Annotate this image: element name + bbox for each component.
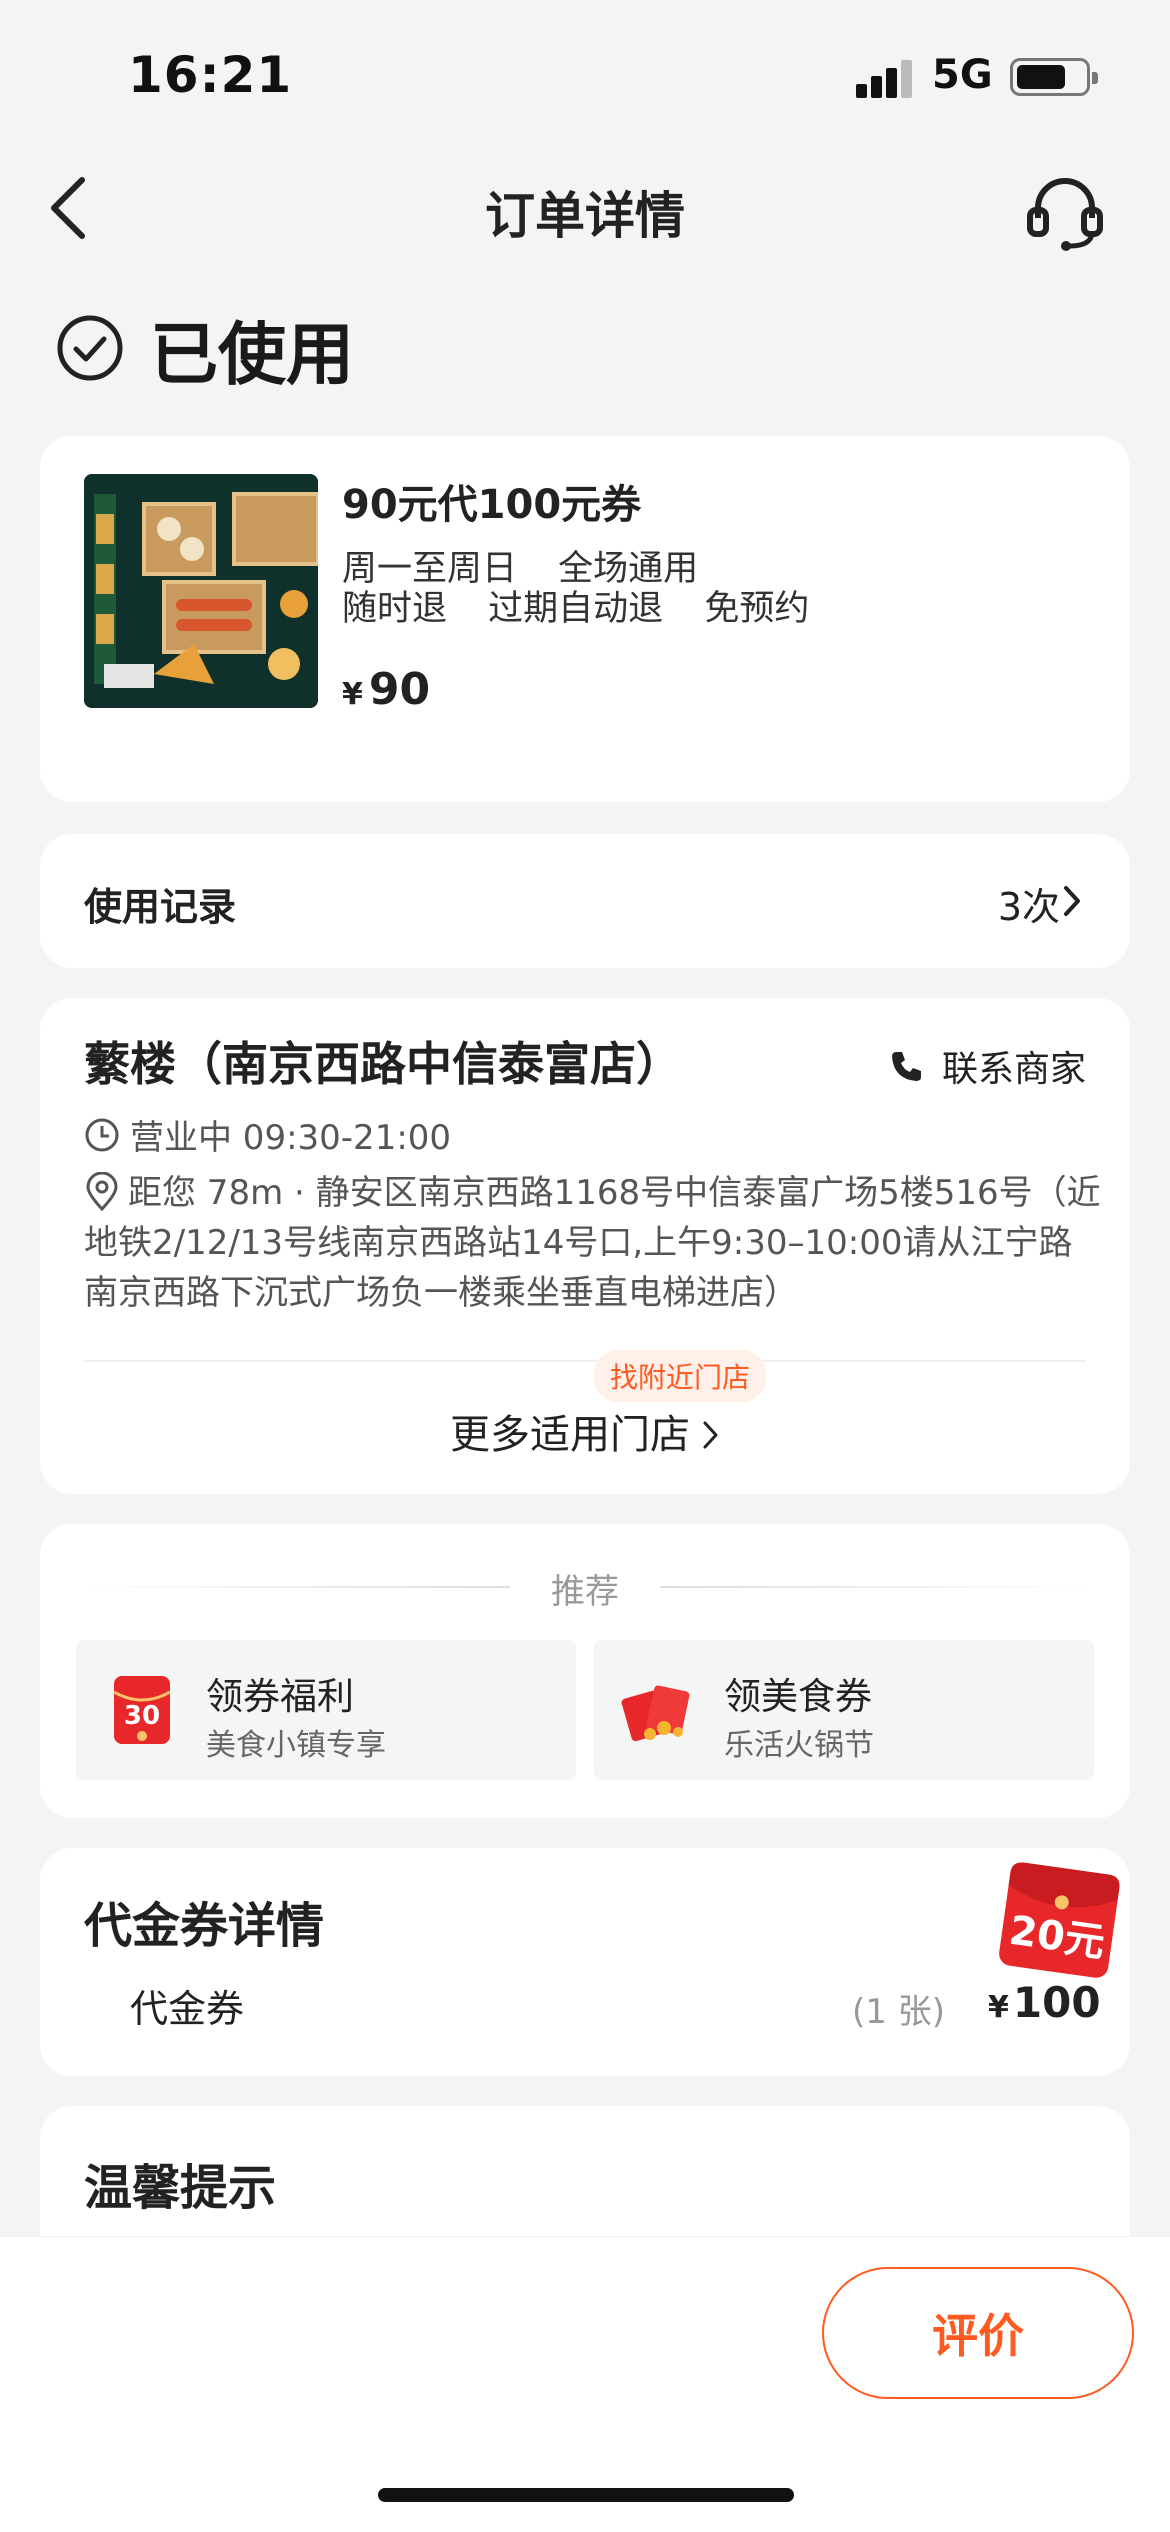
contact-merchant-label: 联系商家 [941, 1049, 1086, 1090]
store-hours-text: 营业中 09:30-21:00 [130, 1118, 452, 1158]
order-status-text: 已使用 [150, 315, 355, 395]
recommend-item-subtitle: 美食小镇专享 [206, 1728, 386, 1763]
product-tag: 免预约 [704, 589, 810, 629]
voucher-quantity: (1 张) [852, 1992, 945, 2032]
recommend-header: 推荐 [551, 1572, 619, 1612]
signal-icon [856, 58, 916, 98]
divider [84, 1360, 1086, 1362]
review-button[interactable]: 评价 [822, 2267, 1134, 2399]
product-price: ¥90 [342, 664, 430, 715]
usage-record-row[interactable]: 使用记录 3次 [40, 834, 1130, 968]
home-indicator[interactable] [378, 2488, 794, 2502]
status-time: 16:21 [128, 46, 293, 104]
order-status: 已使用 [56, 310, 354, 395]
voucher-item-name: 代金券 [130, 1987, 245, 2031]
recommend-item-subtitle: 乐活火锅节 [724, 1728, 874, 1763]
red-envelope-icon [621, 1685, 690, 1742]
usage-record-label: 使用记录 [84, 885, 237, 929]
red-packet-icon[interactable]: 20元 [990, 1858, 1126, 1986]
chevron-right-icon [703, 1421, 718, 1449]
store-address[interactable]: 距您 78m · 静安区南京西路1168号中信泰富广场5楼516号（近地铁2/1… [84, 1168, 1104, 1318]
status-bar: 16:21 5G [0, 0, 1170, 150]
recommend-item-coupon-welfare[interactable]: 30 领券福利 美食小镇专享 [76, 1640, 576, 1780]
product-tag: 随时退 [342, 589, 448, 629]
product-tag: 过期自动退 [488, 589, 664, 629]
store-name[interactable]: 蘩楼（南京西路中信泰富店） [84, 1028, 682, 1094]
more-stores-link[interactable]: 更多适用门店 [40, 1402, 1130, 1460]
clock-icon [85, 1118, 119, 1151]
battery-icon [1010, 58, 1098, 96]
product-title: 90元代100元券 [342, 482, 642, 528]
recommend-item-food-voucher[interactable]: 领美食券 乐活火锅节 [594, 1640, 1094, 1780]
price-value: 90 [368, 664, 431, 715]
voucher-detail-title: 代金券详情 [84, 1898, 325, 1954]
nearby-stores-badge: 找附近门店 [594, 1350, 767, 1402]
voucher-detail-card: 代金券详情 代金券 (1 张) ¥100 [40, 1848, 1130, 2076]
chevron-right-icon [1064, 886, 1080, 916]
product-tags-secondary: 随时退 过期自动退 免预约 [342, 580, 839, 631]
contact-merchant-button[interactable]: 联系商家 [888, 1040, 1086, 1092]
headset-icon[interactable] [1020, 166, 1110, 256]
store-hours: 营业中 09:30-21:00 [84, 1110, 451, 1159]
product-image[interactable] [84, 474, 318, 708]
recommend-item-title: 领美食券 [724, 1675, 872, 1718]
page-title: 订单详情 [485, 187, 685, 245]
coupon-30-icon: 30 [113, 1676, 171, 1744]
recommend-item-title: 领券福利 [206, 1675, 354, 1718]
currency-symbol: ¥ [342, 677, 363, 712]
product-card[interactable]: 90元代100元券 周一至周日 全场通用 随时退 过期自动退 免预约 ¥90 [40, 436, 1130, 802]
recommend-card: 推荐 30 领券福利 美食小镇专享 领美食券 乐活火锅节 [40, 1524, 1130, 1818]
usage-record-count: 3次 [997, 885, 1060, 929]
coupon-badge: 30 [124, 1701, 160, 1731]
network-label: 5G [932, 52, 993, 98]
currency-symbol: ¥ [988, 1990, 1009, 2025]
store-card: 蘩楼（南京西路中信泰富店） 联系商家 营业中 09:30-21:00 距您 78… [40, 998, 1130, 1494]
phone-icon [891, 1052, 921, 1081]
tips-title: 温馨提示 [84, 2160, 277, 2216]
more-stores-label: 更多适用门店 [450, 1412, 690, 1458]
check-circle-icon [57, 315, 123, 381]
